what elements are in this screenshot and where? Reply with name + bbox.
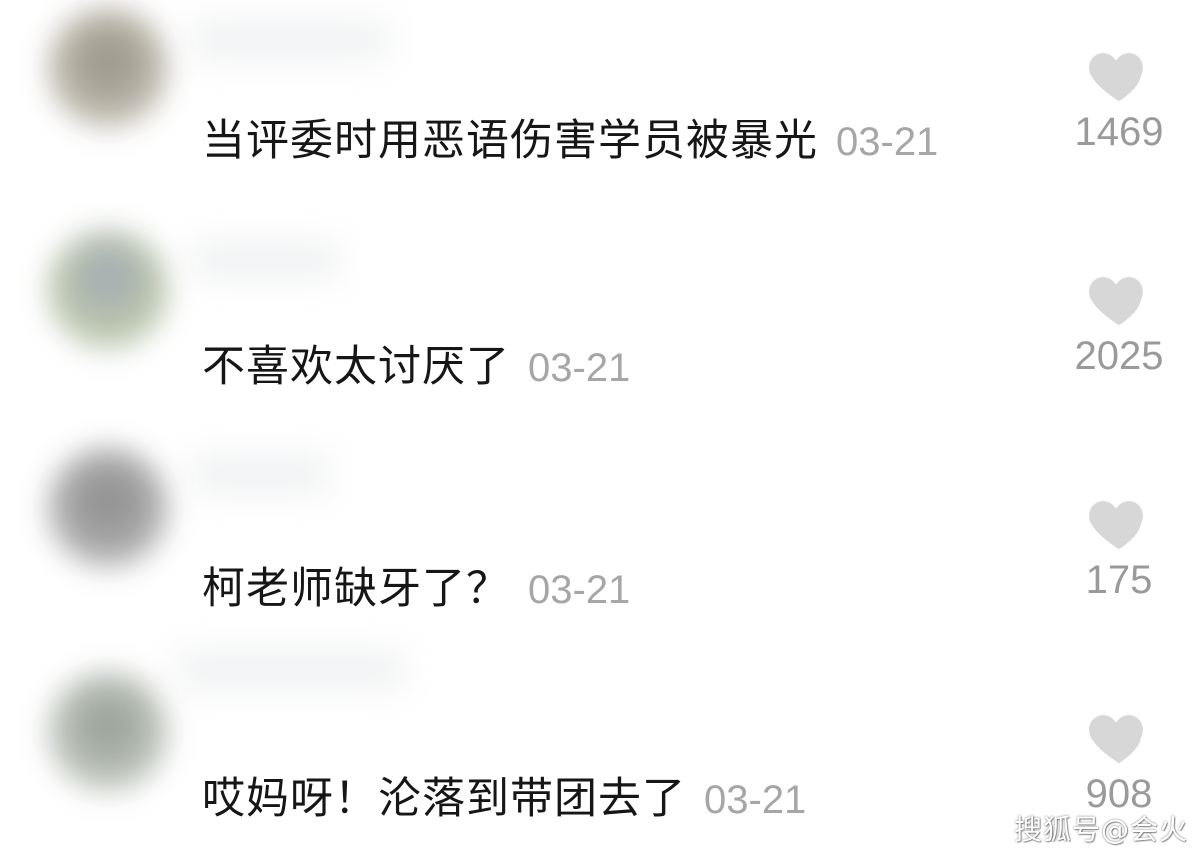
username-blurred[interactable] (190, 18, 390, 62)
avatar[interactable] (48, 448, 168, 568)
avatar[interactable] (48, 230, 168, 350)
username-blurred[interactable] (190, 452, 330, 496)
like-count: 1469 (1074, 110, 1164, 154)
avatar[interactable] (48, 8, 168, 128)
like-button[interactable]: 908 (1064, 706, 1174, 817)
comment-item[interactable]: 柯老师缺牙了？ 03-21 175 (0, 430, 1200, 640)
watermark: 搜狐号@会火 (1013, 813, 1188, 846)
heart-icon[interactable] (1086, 492, 1152, 552)
comment-text: 柯老师缺牙了？ (202, 564, 510, 614)
comment-date: 03-21 (528, 568, 631, 612)
comment-date: 03-21 (836, 120, 939, 164)
comment-date: 03-21 (528, 346, 631, 390)
comment-text: 哎妈呀！沦落到带团去了 (202, 774, 686, 824)
comment-item[interactable]: 不喜欢太讨厌了 03-21 2025 (0, 210, 1200, 430)
like-button[interactable]: 175 (1064, 492, 1174, 603)
comment-text: 不喜欢太讨厌了 (202, 342, 510, 392)
comment-item[interactable]: 当评委时用恶语伤害学员被暴光 03-21 1469 (0, 0, 1200, 210)
heart-icon[interactable] (1086, 706, 1152, 766)
username-blurred[interactable] (175, 648, 405, 692)
like-count: 2025 (1074, 334, 1164, 378)
heart-icon[interactable] (1086, 44, 1152, 104)
like-button[interactable]: 2025 (1064, 268, 1174, 379)
comment-date: 03-21 (704, 778, 807, 822)
like-count: 175 (1085, 558, 1153, 602)
avatar[interactable] (48, 672, 168, 792)
comment-text: 当评委时用恶语伤害学员被暴光 (202, 116, 818, 166)
username-blurred[interactable] (190, 238, 340, 282)
like-button[interactable]: 1469 (1064, 44, 1174, 155)
heart-icon[interactable] (1086, 268, 1152, 328)
